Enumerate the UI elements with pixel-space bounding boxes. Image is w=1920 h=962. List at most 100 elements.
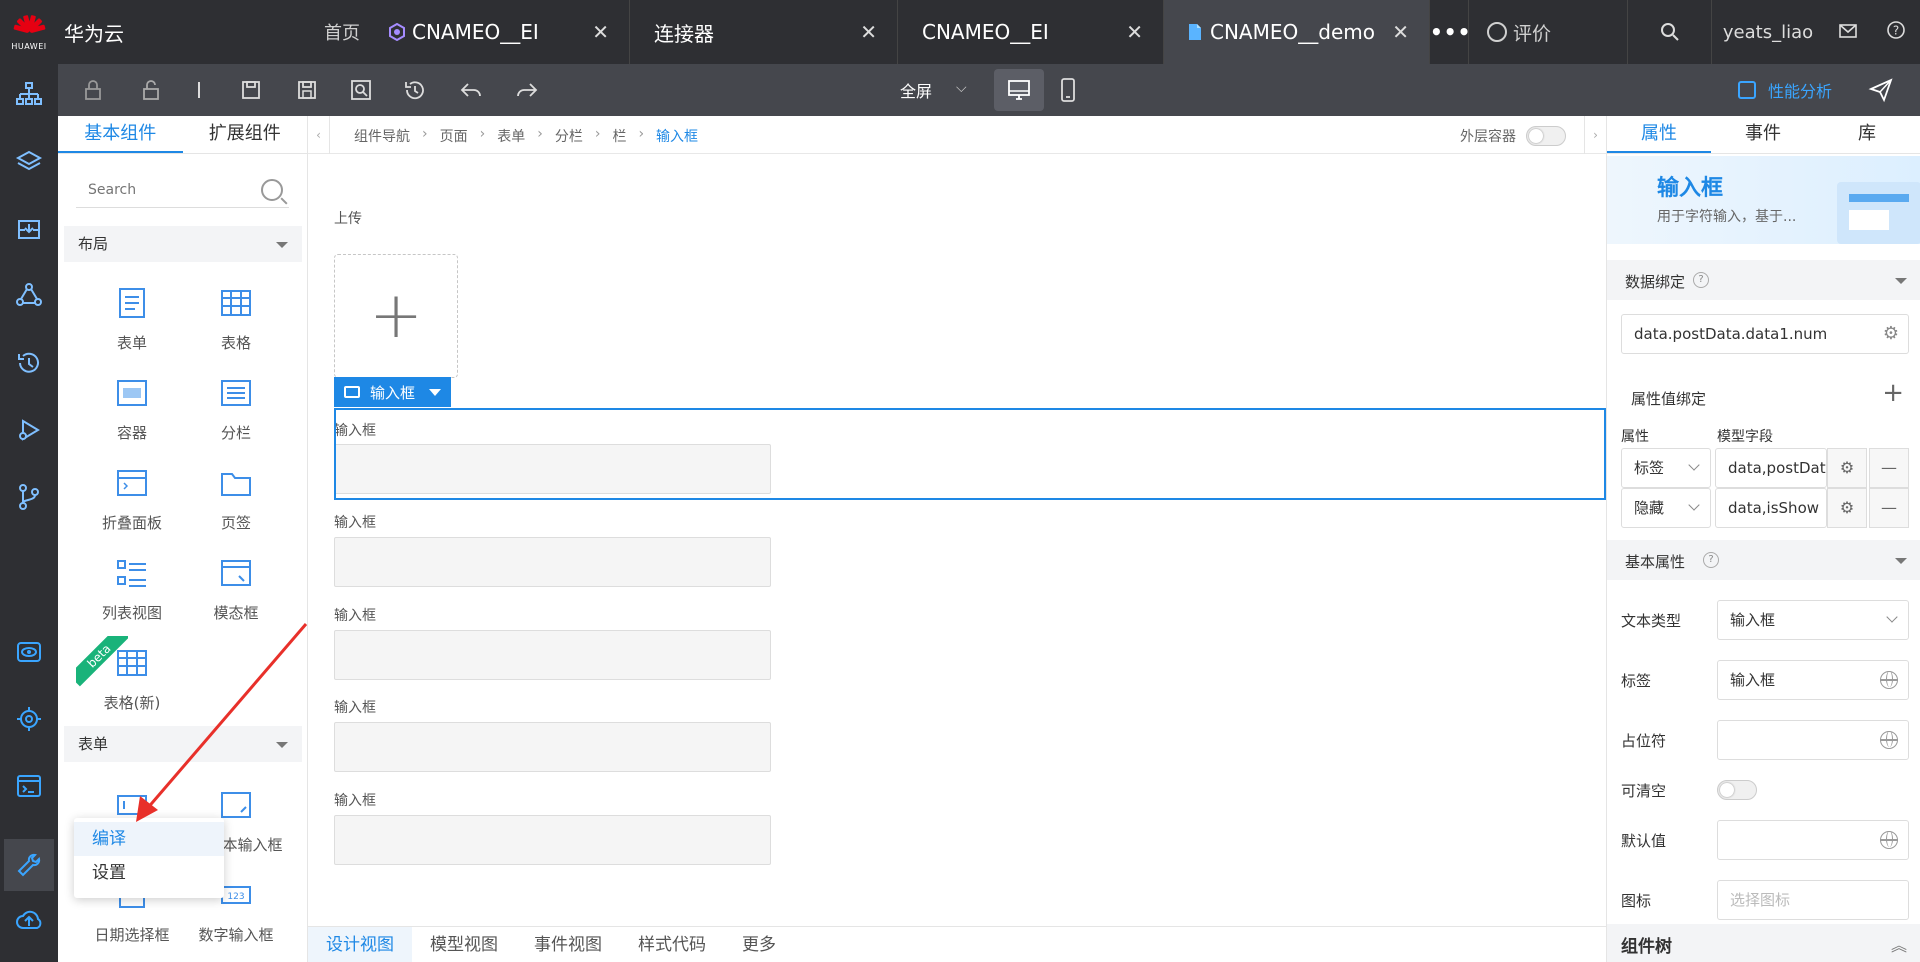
- upload-dropzone[interactable]: +: [334, 254, 458, 378]
- icon-select-input[interactable]: 选择图标: [1717, 880, 1909, 920]
- text-type-select[interactable]: 输入框: [1717, 600, 1909, 640]
- search-icon[interactable]: [261, 179, 283, 201]
- inbox-download-icon[interactable]: [15, 215, 43, 243]
- close-icon[interactable]: ✕: [592, 20, 609, 44]
- crumb-column[interactable]: 栏: [612, 126, 626, 146]
- tab-basic-components[interactable]: 基本组件: [58, 116, 183, 153]
- save-icon[interactable]: [238, 77, 264, 103]
- chevron-down-icon[interactable]: ⌵: [956, 80, 967, 96]
- component-table[interactable]: 表格: [186, 286, 286, 353]
- tab-model-view[interactable]: 模型视图: [412, 927, 516, 962]
- target-icon[interactable]: [15, 705, 43, 733]
- menu-item-settings[interactable]: 设置: [74, 856, 224, 890]
- tab-event-view[interactable]: 事件视图: [516, 927, 620, 962]
- collapse-left-icon[interactable]: ‹: [308, 116, 330, 154]
- help-button[interactable]: ?: [1872, 20, 1920, 45]
- mobile-view-button[interactable]: [1058, 77, 1078, 107]
- crumb-page[interactable]: 页面: [440, 126, 468, 146]
- save-as-icon[interactable]: [294, 77, 320, 103]
- component-container[interactable]: 容器: [82, 376, 182, 443]
- component-modal[interactable]: 模态框: [186, 556, 286, 623]
- section-layout[interactable]: 布局: [64, 226, 302, 262]
- tab-cnameo-ei-2[interactable]: CNAMEO__EI ✕: [898, 0, 1164, 64]
- crumb-nav[interactable]: 组件导航: [354, 126, 410, 146]
- chevron-up-icon[interactable]: ︽: [1891, 932, 1907, 956]
- terminal-icon[interactable]: [15, 772, 43, 800]
- run-debug-icon[interactable]: [15, 416, 43, 444]
- crumb-form[interactable]: 表单: [497, 126, 525, 146]
- text-input-5[interactable]: [334, 815, 771, 865]
- user-name[interactable]: yeats_liao: [1712, 22, 1824, 43]
- mail-button[interactable]: [1824, 22, 1872, 43]
- section-basic-properties[interactable]: 基本属性 ?: [1607, 540, 1920, 580]
- row-settings-button[interactable]: ⚙: [1827, 488, 1867, 528]
- close-icon[interactable]: ✕: [1392, 20, 1409, 44]
- tab-style-code[interactable]: 样式代码: [620, 927, 724, 962]
- rate-button[interactable]: 评价: [1468, 0, 1628, 64]
- layers-icon[interactable]: [15, 148, 43, 176]
- huawei-logo[interactable]: HUAWEI: [0, 0, 58, 64]
- tab-design-view[interactable]: 设计视图: [308, 926, 412, 962]
- gear-icon[interactable]: ⚙: [1882, 325, 1900, 343]
- performance-analysis-button[interactable]: 性能分析: [1738, 78, 1832, 102]
- fullscreen-label[interactable]: 全屏: [900, 78, 932, 102]
- tab-more[interactable]: 更多: [724, 927, 794, 962]
- home-link[interactable]: 首页: [324, 19, 380, 45]
- preview-eye-icon[interactable]: [15, 638, 43, 666]
- tab-cnameo-ei[interactable]: CNAMEO__EI ✕: [380, 0, 630, 64]
- model-field-2[interactable]: data,isShow: [1715, 488, 1827, 528]
- tab-library[interactable]: 库: [1815, 116, 1919, 153]
- tab-cnameo-demo[interactable]: CNAMEO__demo ✕: [1164, 0, 1430, 64]
- org-chart-icon[interactable]: [15, 80, 43, 108]
- component-tree-bar[interactable]: 组件树 ︽: [1607, 924, 1920, 962]
- text-input-3[interactable]: [334, 630, 771, 680]
- help-icon[interactable]: ?: [1703, 552, 1719, 568]
- publish-button[interactable]: [1868, 77, 1894, 107]
- label-input[interactable]: 输入框: [1717, 660, 1909, 700]
- lock-icon[interactable]: [80, 77, 106, 103]
- remove-row-button[interactable]: —: [1869, 448, 1909, 488]
- crumb-current[interactable]: 输入框: [656, 126, 698, 146]
- wrench-tools-icon[interactable]: [4, 839, 54, 891]
- desktop-view-button[interactable]: [994, 69, 1044, 111]
- selected-component-tag[interactable]: 输入框: [334, 377, 452, 407]
- default-value-input[interactable]: [1717, 820, 1909, 860]
- undo-icon[interactable]: [458, 77, 484, 103]
- section-data-binding[interactable]: 数据绑定 ?: [1607, 260, 1920, 300]
- help-icon[interactable]: ?: [1693, 272, 1709, 288]
- workflow-icon[interactable]: [15, 282, 43, 310]
- redo-icon[interactable]: [514, 77, 540, 103]
- component-form[interactable]: 表单: [82, 286, 182, 353]
- add-icon[interactable]: +: [1882, 378, 1904, 408]
- history-icon[interactable]: [402, 77, 428, 103]
- caret-down-icon[interactable]: [429, 388, 442, 396]
- close-icon[interactable]: ✕: [860, 20, 877, 44]
- globe-icon[interactable]: [1880, 671, 1898, 689]
- outer-container-switch[interactable]: [1526, 126, 1566, 146]
- branch-icon[interactable]: [15, 483, 43, 511]
- component-list-view[interactable]: 列表视图: [82, 556, 182, 623]
- globe-icon[interactable]: [1880, 831, 1898, 849]
- row-settings-button[interactable]: ⚙: [1827, 448, 1867, 488]
- data-binding-field[interactable]: data.postData.data1.num ⚙: [1621, 314, 1909, 354]
- text-input-2[interactable]: [334, 537, 771, 587]
- preview-search-icon[interactable]: [348, 77, 374, 103]
- component-tabs[interactable]: 页签: [186, 466, 286, 533]
- attr-select-2[interactable]: 隐藏: [1621, 488, 1711, 528]
- remove-row-button[interactable]: —: [1869, 488, 1909, 528]
- unlock-icon[interactable]: [138, 77, 164, 103]
- close-icon[interactable]: ✕: [1126, 20, 1143, 44]
- tab-properties[interactable]: 属性: [1607, 116, 1711, 153]
- text-input-4[interactable]: [334, 722, 771, 772]
- more-tabs-button[interactable]: •••: [1430, 20, 1470, 44]
- tab-connector[interactable]: 连接器 ✕: [630, 0, 898, 64]
- menu-item-compile[interactable]: 编译: [74, 822, 224, 856]
- clearable-switch[interactable]: [1717, 780, 1757, 800]
- search-button[interactable]: [1628, 0, 1712, 64]
- tab-extended-components[interactable]: 扩展组件: [183, 116, 308, 153]
- text-input-1[interactable]: [334, 444, 771, 494]
- cloud-upload-icon[interactable]: [15, 906, 43, 934]
- history-icon[interactable]: [15, 349, 43, 377]
- brand-name[interactable]: 华为云: [64, 18, 314, 47]
- tab-events[interactable]: 事件: [1711, 116, 1815, 153]
